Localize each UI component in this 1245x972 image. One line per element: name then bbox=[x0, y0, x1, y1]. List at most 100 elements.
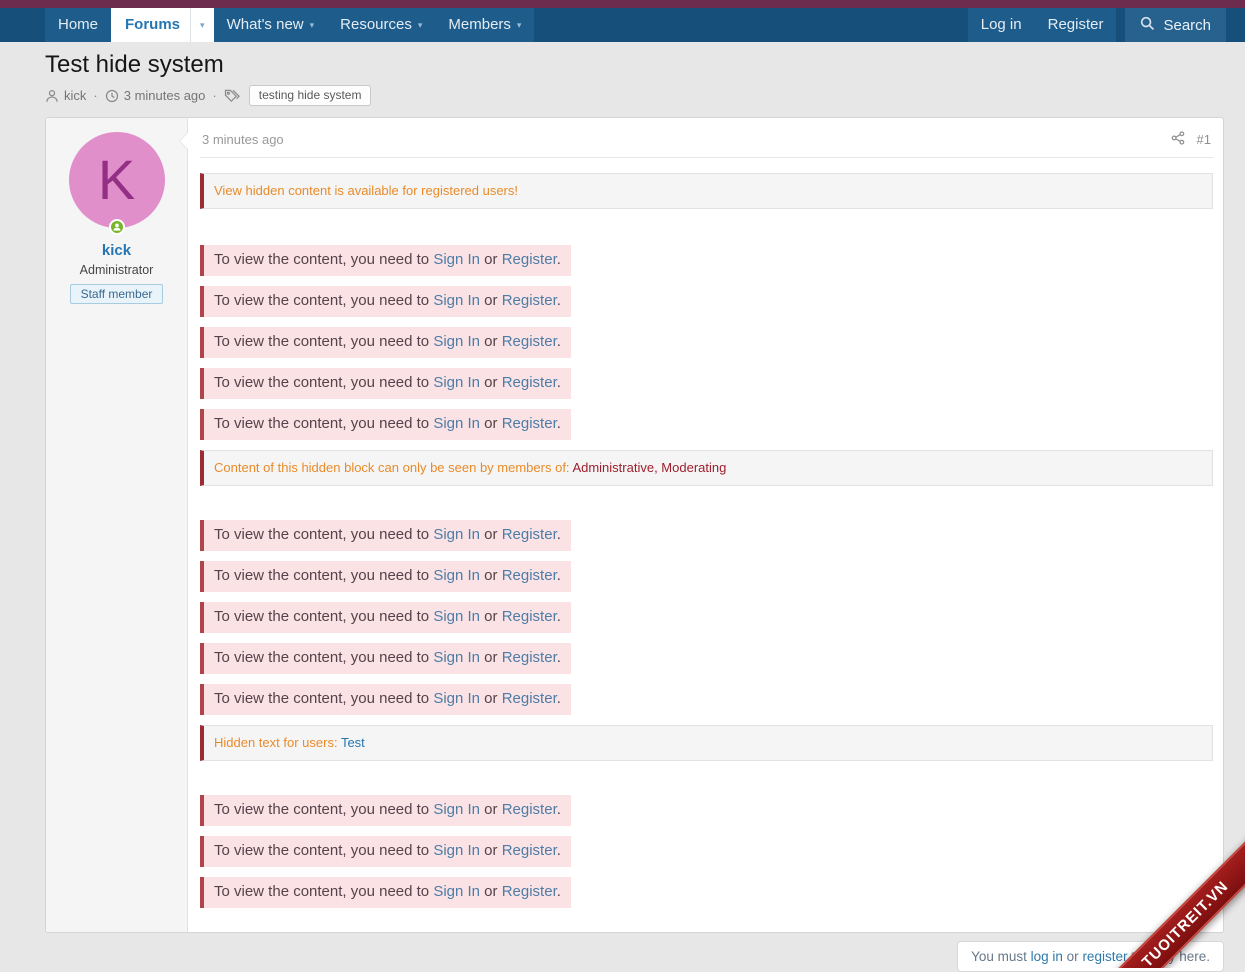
post-main: 3 minutes ago #1 View hidden content is … bbox=[188, 118, 1223, 932]
sign-in-link[interactable]: Sign In bbox=[433, 292, 480, 309]
hidden-content-notice: View hidden content is available for reg… bbox=[200, 173, 1213, 209]
sign-in-link[interactable]: Sign In bbox=[433, 526, 480, 543]
nav-forums-label: Forums bbox=[111, 8, 190, 42]
post-actions: #1 bbox=[1171, 131, 1211, 148]
hidden-content-row: To view the content, you need to Sign In… bbox=[200, 327, 1213, 358]
sign-in-link[interactable]: Sign In bbox=[433, 842, 480, 859]
page-header: Test hide system kick · 3 minutes ago · … bbox=[0, 42, 1245, 117]
register-link[interactable]: Register bbox=[502, 608, 557, 625]
register-link[interactable]: Register bbox=[502, 690, 557, 707]
hidden-content-row: To view the content, you need to Sign In… bbox=[200, 368, 1213, 399]
register-button[interactable]: Register bbox=[1035, 8, 1117, 42]
online-status-icon bbox=[109, 219, 125, 235]
post-number-link[interactable]: #1 bbox=[1197, 132, 1211, 147]
search-button[interactable]: Search bbox=[1125, 8, 1226, 42]
register-link[interactable]: Register bbox=[502, 333, 557, 350]
hide-text-or: or bbox=[480, 567, 502, 584]
sign-in-link[interactable]: Sign In bbox=[433, 690, 480, 707]
register-link[interactable]: Register bbox=[502, 526, 557, 543]
sign-in-link[interactable]: Sign In bbox=[433, 801, 480, 818]
hidden-content-row: To view the content, you need to Sign In… bbox=[200, 836, 1213, 867]
register-link[interactable]: Register bbox=[502, 801, 557, 818]
hide-text-end: . bbox=[557, 883, 561, 900]
sign-in-link[interactable]: Sign In bbox=[433, 415, 480, 432]
post-attribution: 3 minutes ago #1 bbox=[200, 128, 1213, 158]
reply-text-mid: or bbox=[1063, 949, 1083, 964]
hide-text-end: . bbox=[557, 333, 561, 350]
hide-text-pre: To view the content, you need to bbox=[214, 526, 433, 543]
reply-login-link[interactable]: log in bbox=[1031, 949, 1063, 964]
register-link[interactable]: Register bbox=[502, 292, 557, 309]
hidden-content-row: To view the content, you need to Sign In… bbox=[200, 286, 1213, 317]
sign-in-link[interactable]: Sign In bbox=[433, 374, 480, 391]
post-author-role: Administrator bbox=[54, 263, 179, 277]
hidden-content-block: To view the content, you need to Sign In… bbox=[200, 561, 571, 592]
hide-text-pre: To view the content, you need to bbox=[214, 567, 433, 584]
nav-item-resources[interactable]: Resources ▾ bbox=[327, 8, 435, 42]
hidden-content-row: To view the content, you need to Sign In… bbox=[200, 561, 1213, 592]
nav-item-home[interactable]: Home bbox=[45, 8, 111, 42]
hidden-content-row: To view the content, you need to Sign In… bbox=[200, 245, 1213, 276]
hide-text-pre: To view the content, you need to bbox=[214, 842, 433, 859]
hidden-block-group-2: To view the content, you need to Sign In… bbox=[200, 520, 1213, 715]
hide-text-or: or bbox=[480, 690, 502, 707]
post-user-cell: K kick Administrator Staff member bbox=[46, 118, 188, 932]
hide-text-or: or bbox=[480, 292, 502, 309]
post-time-link[interactable]: 3 minutes ago bbox=[202, 132, 284, 147]
hide-text-end: . bbox=[557, 415, 561, 432]
nav-tabs: Home Forums ▾ What's new ▾ Resources ▾ M… bbox=[45, 8, 534, 42]
nav-item-members[interactable]: Members ▾ bbox=[435, 8, 534, 42]
hidden-text-link[interactable]: Test bbox=[341, 735, 365, 750]
hide-text-pre: To view the content, you need to bbox=[214, 801, 433, 818]
thread-author-link[interactable]: kick bbox=[64, 88, 86, 103]
share-icon[interactable] bbox=[1171, 131, 1185, 148]
thread-time-link[interactable]: 3 minutes ago bbox=[124, 88, 206, 103]
hide-text-pre: To view the content, you need to bbox=[214, 608, 433, 625]
thread-tag[interactable]: testing hide system bbox=[249, 85, 372, 106]
register-link[interactable]: Register bbox=[502, 842, 557, 859]
sign-in-link[interactable]: Sign In bbox=[433, 883, 480, 900]
register-link[interactable]: Register bbox=[502, 567, 557, 584]
reply-register-link[interactable]: register bbox=[1082, 949, 1127, 964]
post-author-name[interactable]: kick bbox=[54, 242, 179, 259]
tags-icon bbox=[224, 88, 241, 103]
login-button[interactable]: Log in bbox=[968, 8, 1035, 42]
register-link[interactable]: Register bbox=[502, 251, 557, 268]
hide-text-end: . bbox=[557, 801, 561, 818]
sign-in-link[interactable]: Sign In bbox=[433, 567, 480, 584]
hide-text-or: or bbox=[480, 251, 502, 268]
sign-in-link[interactable]: Sign In bbox=[433, 608, 480, 625]
reply-bar: You must log in or register to reply her… bbox=[0, 933, 1245, 972]
hidden-text-notice: Hidden text for users: Test bbox=[200, 725, 1213, 761]
chevron-down-icon[interactable]: ▾ bbox=[190, 8, 214, 42]
top-accent-strip bbox=[0, 0, 1245, 8]
hidden-content-block: To view the content, you need to Sign In… bbox=[200, 877, 571, 908]
sign-in-link[interactable]: Sign In bbox=[433, 649, 480, 666]
sign-in-link[interactable]: Sign In bbox=[433, 333, 480, 350]
reply-text-pre: You must bbox=[971, 949, 1031, 964]
hide-text-pre: To view the content, you need to bbox=[214, 374, 433, 391]
hidden-content-block: To view the content, you need to Sign In… bbox=[200, 643, 571, 674]
register-link[interactable]: Register bbox=[502, 415, 557, 432]
post-card: K kick Administrator Staff member 3 minu… bbox=[45, 117, 1224, 933]
nav-item-whats-new[interactable]: What's new ▾ bbox=[214, 8, 328, 42]
hidden-content-block: To view the content, you need to Sign In… bbox=[200, 368, 571, 399]
notice-groups: Administrative, Moderating bbox=[572, 460, 726, 475]
hide-text-or: or bbox=[480, 526, 502, 543]
chevron-down-icon: ▾ bbox=[517, 8, 522, 42]
hide-text-or: or bbox=[480, 883, 502, 900]
hide-text-or: or bbox=[480, 649, 502, 666]
hide-text-or: or bbox=[480, 374, 502, 391]
avatar[interactable]: K bbox=[69, 132, 165, 228]
group-restricted-notice: Content of this hidden block can only be… bbox=[200, 450, 1213, 486]
hidden-content-row: To view the content, you need to Sign In… bbox=[200, 795, 1213, 826]
register-link[interactable]: Register bbox=[502, 374, 557, 391]
register-link[interactable]: Register bbox=[502, 649, 557, 666]
thread-meta: kick · 3 minutes ago · testing hide syst… bbox=[45, 85, 1200, 106]
register-link[interactable]: Register bbox=[502, 883, 557, 900]
sign-in-link[interactable]: Sign In bbox=[433, 251, 480, 268]
hide-text-or: or bbox=[480, 842, 502, 859]
nav-item-forums[interactable]: Forums ▾ bbox=[111, 8, 214, 42]
clock-icon bbox=[105, 89, 119, 103]
staff-member-badge: Staff member bbox=[70, 284, 164, 304]
